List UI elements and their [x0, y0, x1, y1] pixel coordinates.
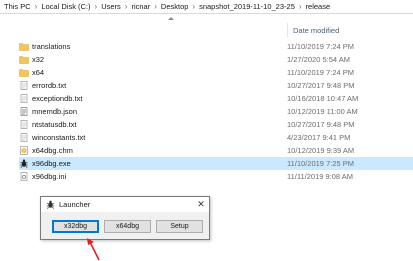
- file-name: errordb.txt: [32, 81, 67, 90]
- column-divider[interactable]: [287, 23, 288, 37]
- file-date-modified: 11/10/2019 7:24 PM: [287, 68, 354, 77]
- address-breadcrumb[interactable]: This PC › Local Disk (C:) › Users › ricn…: [0, 0, 413, 14]
- file-date-modified: 10/27/2017 9:48 PM: [287, 120, 355, 129]
- file-row[interactable]: winconstants.txt 4/23/2017 9:41 PM: [19, 131, 389, 144]
- file-name: x64dbg.chm: [32, 146, 73, 155]
- file-name: x32: [32, 55, 45, 64]
- file-name: winconstants.txt: [32, 133, 86, 142]
- file-date-modified: 10/12/2019 11:00 AM: [287, 107, 358, 116]
- file-name: x64: [32, 68, 45, 77]
- close-icon[interactable]: ✕: [196, 199, 206, 209]
- sort-ascending-icon: [168, 17, 174, 20]
- file-row[interactable]: errordb.txt 10/27/2017 9:48 PM: [19, 79, 389, 92]
- x64dbg-button[interactable]: x64dbg: [104, 220, 151, 233]
- file-date-modified: 10/12/2019 9:39 AM: [287, 146, 355, 155]
- text-file-icon: [19, 94, 29, 103]
- json-file-icon: [19, 107, 29, 116]
- crumb-users[interactable]: Users: [100, 2, 122, 11]
- file-row[interactable]: translations 11/10/2019 7:24 PM: [19, 40, 389, 53]
- text-file-icon: [19, 133, 29, 142]
- text-file-icon: [19, 81, 29, 90]
- file-row[interactable]: mnemdb.json 10/12/2019 11:00 AM: [19, 105, 389, 118]
- crumb-desktop[interactable]: Desktop: [160, 2, 190, 11]
- crumb-separator-icon[interactable]: ›: [296, 2, 305, 11]
- folder-icon: [19, 42, 29, 51]
- folder-icon: [19, 68, 29, 77]
- file-row[interactable]: x96dbg.exe 11/10/2019 7:25 PM: [19, 157, 413, 170]
- file-name: ntstatusdb.txt: [32, 120, 77, 129]
- file-name: x96dbg.ini: [32, 172, 67, 181]
- bug-exe-icon: [19, 159, 29, 168]
- file-row[interactable]: x64 11/10/2019 7:24 PM: [19, 66, 389, 79]
- file-date-modified: 11/10/2019 7:24 PM: [287, 42, 354, 51]
- file-name: x96dbg.exe: [32, 159, 71, 168]
- file-row[interactable]: exceptiondb.txt 10/16/2018 10:47 AM: [19, 92, 389, 105]
- file-name: exceptiondb.txt: [32, 94, 83, 103]
- ini-file-icon: [19, 172, 29, 181]
- launcher-dialog: Launcher ✕ x32dbg x64dbg Setup: [40, 196, 210, 240]
- file-date-modified: 10/27/2017 9:48 PM: [287, 81, 355, 90]
- launcher-titlebar[interactable]: Launcher ✕: [41, 197, 209, 212]
- folder-icon: [19, 55, 29, 64]
- file-date-modified: 10/16/2018 10:47 AM: [287, 94, 359, 103]
- crumb-snapshot[interactable]: snapshot_2019-11-10_23-25: [198, 2, 296, 11]
- crumb-separator-icon[interactable]: ›: [32, 2, 41, 11]
- file-date-modified: 4/23/2017 9:41 PM: [287, 133, 351, 142]
- file-date-modified: 1/27/2020 5:54 AM: [287, 55, 350, 64]
- text-file-icon: [19, 120, 29, 129]
- file-name: mnemdb.json: [32, 107, 78, 116]
- column-header-date-modified[interactable]: Date modified: [293, 24, 339, 36]
- file-name: translations: [32, 42, 71, 51]
- crumb-separator-icon[interactable]: ›: [122, 2, 131, 11]
- setup-button[interactable]: Setup: [156, 220, 203, 233]
- bug-icon: [46, 200, 55, 209]
- red-arrow-icon: [87, 238, 100, 261]
- crumb-release[interactable]: release: [305, 2, 332, 11]
- crumb-local-disk[interactable]: Local Disk (C:): [40, 2, 91, 11]
- crumb-separator-icon[interactable]: ›: [189, 2, 198, 11]
- crumb-separator-icon[interactable]: ›: [151, 2, 160, 11]
- launcher-title: Launcher: [59, 200, 91, 209]
- file-row[interactable]: x32 1/27/2020 5:54 AM: [19, 53, 389, 66]
- help-file-icon: ?: [19, 146, 29, 155]
- x32dbg-button[interactable]: x32dbg: [52, 220, 99, 233]
- file-row[interactable]: ntstatusdb.txt 10/27/2017 9:48 PM: [19, 118, 389, 131]
- file-date-modified: 11/10/2019 7:25 PM: [287, 159, 354, 168]
- crumb-this-pc[interactable]: This PC: [3, 2, 32, 11]
- file-date-modified: 11/11/2019 9:08 AM: [287, 172, 354, 181]
- file-row[interactable]: ? x64dbg.chm 10/12/2019 9:39 AM: [19, 144, 389, 157]
- file-row[interactable]: x96dbg.ini 11/11/2019 9:08 AM: [19, 170, 389, 183]
- crumb-ricnar[interactable]: ricnar: [130, 2, 151, 11]
- crumb-separator-icon[interactable]: ›: [92, 2, 101, 11]
